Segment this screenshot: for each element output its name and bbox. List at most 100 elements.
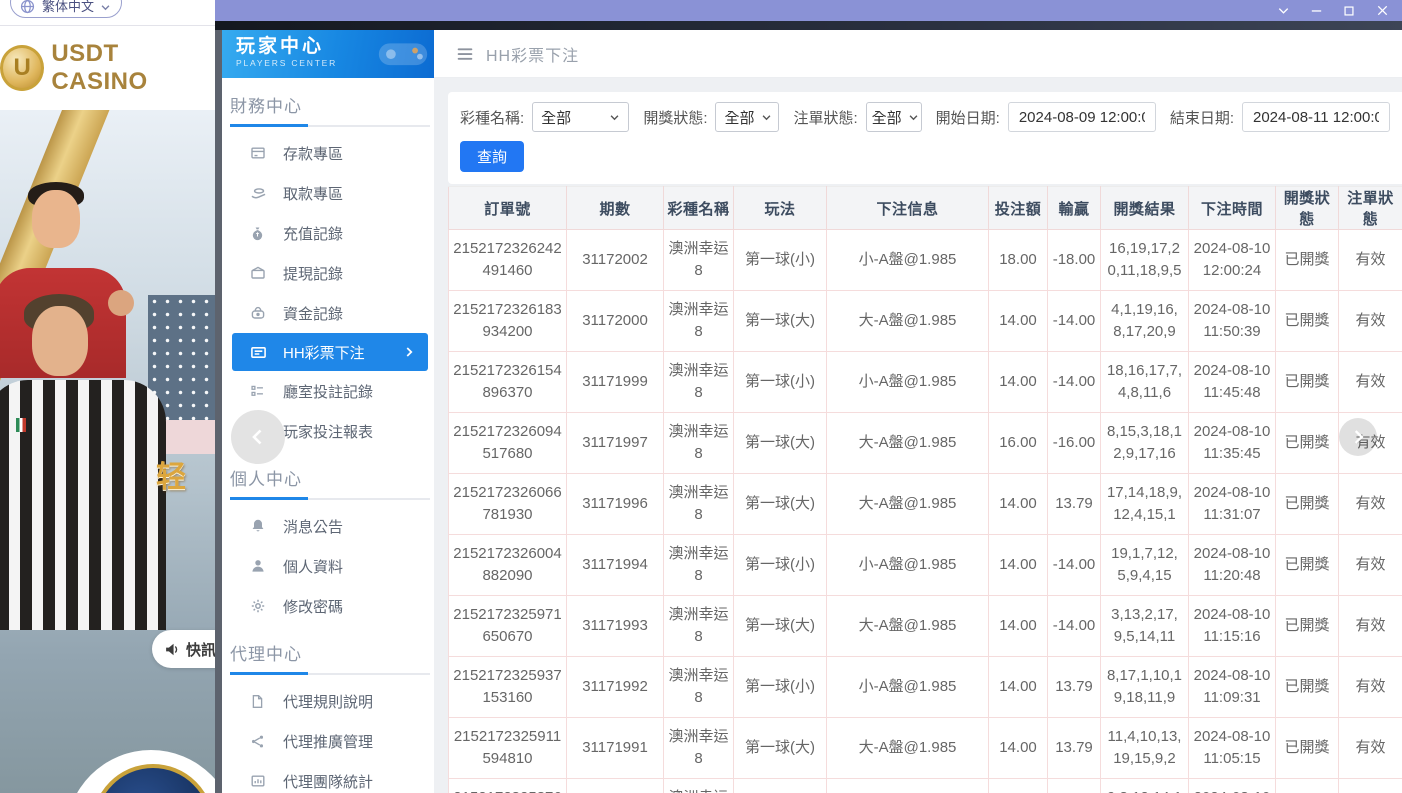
sidebar-item-label: 代理規則說明 xyxy=(283,691,373,712)
sidebar-item-announcements[interactable]: 消息公告 xyxy=(222,506,434,546)
table-cell: 14.00 xyxy=(989,474,1048,535)
orders-table: 訂單號期數彩種名稱玩法下注信息投注額輸贏開獎結果下注時間開獎狀態注單狀態2152… xyxy=(448,186,1402,793)
table-cell: 14.00 xyxy=(989,596,1048,657)
funds-purse-icon xyxy=(250,305,268,321)
sidebar-collapse-button[interactable] xyxy=(231,410,285,464)
carousel-next-button[interactable] xyxy=(1339,418,1377,456)
sidebar-item-recharge-record[interactable]: 充值記錄 xyxy=(222,213,434,253)
sidebar-item-profile[interactable]: 個人資料 xyxy=(222,546,434,586)
sidebar-item-withdraw[interactable]: 取款專區 xyxy=(222,173,434,213)
column-header: 開獎狀態 xyxy=(1276,187,1339,230)
chevron-down-icon[interactable] xyxy=(1275,3,1291,19)
table-row: 215217232600488209031171994澳洲幸运8第一球(小)小-… xyxy=(449,535,1402,596)
table-cell: 2152172326242491460 xyxy=(449,230,567,291)
table-cell: 31171996 xyxy=(567,474,664,535)
table-cell: 2152172325876846420 xyxy=(449,779,567,793)
table-cell: -16.00 xyxy=(1048,413,1101,474)
table-cell: 已開獎 xyxy=(1276,657,1339,718)
sidebar-item-lottery-bet[interactable]: HH彩票下注 xyxy=(232,333,428,371)
table-cell: 澳洲幸运8 xyxy=(664,718,734,779)
sidebar-item-label: 代理團隊統計 xyxy=(283,771,373,792)
table-cell: 31171994 xyxy=(567,535,664,596)
table-cell: 2024-08-10 12:00:24 xyxy=(1189,230,1276,291)
table-cell: 第一球(大) xyxy=(734,291,827,352)
recharge-bag-icon xyxy=(250,226,268,241)
column-header: 輸贏 xyxy=(1048,187,1101,230)
news-ticker: 快訊: xyxy=(152,630,215,668)
maximize-icon[interactable] xyxy=(1341,3,1357,19)
table-cell: 已開獎 xyxy=(1276,596,1339,657)
order-status-select[interactable]: 全部 xyxy=(866,102,922,132)
sidebar-item-cashout-record[interactable]: 提現記錄 xyxy=(222,253,434,293)
lottery-name-select[interactable]: 全部 xyxy=(532,102,629,132)
news-ticker-label: 快訊: xyxy=(186,639,215,660)
table-cell: 澳洲幸运8 xyxy=(664,474,734,535)
table-cell: 第一球(小) xyxy=(734,779,827,793)
table-cell: 2152172326066781930 xyxy=(449,474,567,535)
globe-icon xyxy=(19,0,36,15)
chevron-right-icon xyxy=(1347,426,1369,448)
search-button[interactable]: 查詢 xyxy=(460,141,524,172)
table-cell: 2024-08-10 11:50:39 xyxy=(1189,291,1276,352)
table-row: 215217232597165067031171993澳洲幸运8第一球(大)大-… xyxy=(449,596,1402,657)
table-cell: 澳洲幸运8 xyxy=(664,596,734,657)
table-cell: 澳洲幸运8 xyxy=(664,779,734,793)
sidebar-item-label: 個人資料 xyxy=(283,556,343,577)
table-row: 215217232624249146031172002澳洲幸运8第一球(小)小-… xyxy=(449,230,1402,291)
section-divider xyxy=(230,673,430,675)
table-cell: 已開獎 xyxy=(1276,718,1339,779)
close-icon[interactable] xyxy=(1374,3,1390,19)
sidebar-item-label: 取款專區 xyxy=(283,183,343,204)
app-window: 繁体中文 U USDT CASINO 轻 快訊: 玩家中心 xyxy=(0,0,1402,793)
table-cell: 小-A盤@1.985 xyxy=(827,535,989,596)
table-cell: 已開獎 xyxy=(1276,474,1339,535)
sidebar-item-deposit[interactable]: 存款專區 xyxy=(222,133,434,173)
table-cell: 澳洲幸运8 xyxy=(664,352,734,413)
sidebar-item-agent-rules[interactable]: 代理規則說明 xyxy=(222,681,434,721)
orders-table-card: 訂單號期數彩種名稱玩法下注信息投注額輸贏開獎結果下注時間開獎狀態注單狀態2152… xyxy=(448,186,1402,793)
table-cell: 大-A盤@1.985 xyxy=(827,474,989,535)
menu-icon[interactable] xyxy=(456,45,474,63)
sidebar-item-label: 消息公告 xyxy=(283,516,343,537)
table-cell: 澳洲幸运8 xyxy=(664,230,734,291)
table-row: 215217232591159481031171991澳洲幸运8第一球(大)大-… xyxy=(449,718,1402,779)
lottery-name-value: 全部 xyxy=(541,107,571,128)
minimize-icon[interactable] xyxy=(1308,3,1324,19)
table-cell: 有效 xyxy=(1339,291,1402,352)
section-divider xyxy=(230,498,430,500)
window-controls xyxy=(1275,3,1390,19)
window-titlebar xyxy=(215,0,1402,21)
sidebar-section: 財務中心存款專區取款專區充值記錄提現記錄資金記錄 HH彩票下注廳室投註記錄玩家投注… xyxy=(222,92,434,451)
sidebar-item-label: 提現記錄 xyxy=(283,263,343,284)
column-header: 彩種名稱 xyxy=(664,187,734,230)
language-selector[interactable]: 繁体中文 xyxy=(10,0,122,18)
sidebar-item-label: 玩家投注報表 xyxy=(283,421,373,442)
end-date-input[interactable] xyxy=(1242,102,1390,132)
sidebar-item-funds-record[interactable]: 資金記錄 xyxy=(222,293,434,333)
table-cell: 31171993 xyxy=(567,596,664,657)
table-cell: 13.79 xyxy=(1048,718,1101,779)
sidebar-item-change-password[interactable]: 修改密碼 xyxy=(222,586,434,626)
sidebar-item-label: 存款專區 xyxy=(283,143,343,164)
table-cell: 31171992 xyxy=(567,657,664,718)
column-header: 投注額 xyxy=(989,187,1048,230)
table-cell: 大-A盤@1.985 xyxy=(827,413,989,474)
section-title: 財務中心 xyxy=(222,92,434,117)
sidebar-item-agent-team-stats[interactable]: 代理團隊統計 xyxy=(222,761,434,793)
table-cell: 8,15,3,18,12,9,17,16 xyxy=(1101,413,1189,474)
draw-status-select[interactable]: 全部 xyxy=(715,102,779,132)
table-cell: 第一球(大) xyxy=(734,718,827,779)
sidebar-item-room-bet-record[interactable]: 廳室投註記錄 xyxy=(222,371,434,411)
table-cell: 16,19,17,20,11,18,9,5 xyxy=(1101,230,1189,291)
table-cell: 已開獎 xyxy=(1276,352,1339,413)
sidebar-item-agent-promotion[interactable]: 代理推廣管理 xyxy=(222,721,434,761)
table-cell: 16.00 xyxy=(989,413,1048,474)
gamepad-icon xyxy=(374,33,432,78)
table-cell: 14.00 xyxy=(989,535,1048,596)
start-date-input[interactable] xyxy=(1008,102,1156,132)
sidebar-item-label: HH彩票下注 xyxy=(283,342,365,363)
table-cell: 31171991 xyxy=(567,718,664,779)
table-cell: 17,14,18,9,12,4,15,1 xyxy=(1101,474,1189,535)
table-cell: -14.00 xyxy=(1048,535,1101,596)
table-cell: 13.79 xyxy=(1048,474,1101,535)
